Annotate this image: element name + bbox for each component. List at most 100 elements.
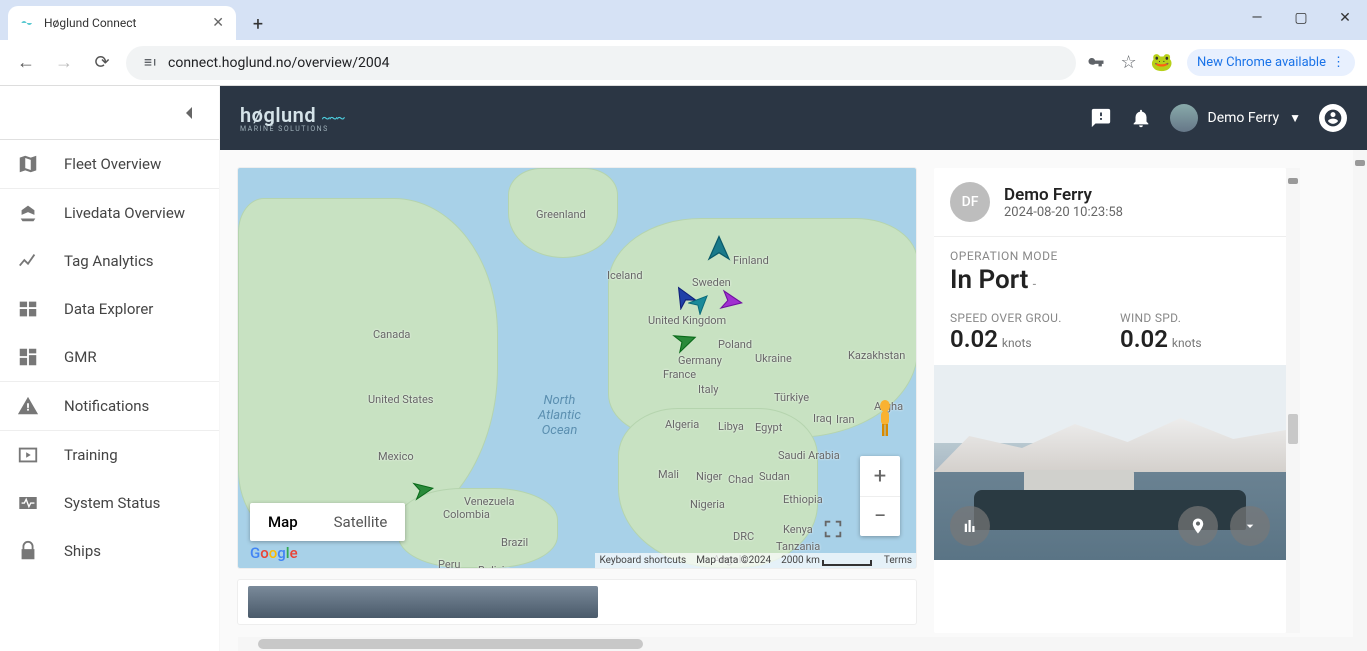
tab-favicon-icon bbox=[20, 15, 36, 31]
terms-link[interactable]: Terms bbox=[884, 555, 912, 566]
map-country-label: Germany bbox=[678, 354, 722, 367]
logo[interactable]: høglund ~~~ MARINE SOLUTIONS bbox=[240, 103, 344, 133]
map-type-map-button[interactable]: Map bbox=[250, 503, 316, 541]
nav-back-button[interactable]: ← bbox=[12, 49, 40, 77]
sidebar-item-training[interactable]: Training bbox=[0, 431, 219, 479]
new-chrome-button[interactable]: New Chrome available ⋮ bbox=[1187, 49, 1355, 76]
zoom-out-button[interactable]: − bbox=[860, 496, 900, 536]
extension-frog-icon[interactable]: 🐸 bbox=[1151, 52, 1173, 73]
secondary-card[interactable] bbox=[238, 580, 916, 624]
user-menu[interactable]: Demo Ferry ▼ bbox=[1170, 104, 1302, 132]
announcement-icon[interactable] bbox=[1090, 107, 1112, 129]
sidebar-item-livedata-overview[interactable]: Livedata Overview bbox=[0, 189, 219, 237]
sidebar-item-ships[interactable]: Ships bbox=[0, 527, 219, 575]
keyboard-shortcuts-link[interactable]: Keyboard shortcuts bbox=[599, 555, 686, 566]
detail-panel: DF Demo Ferry 2024-08-20 10:23:58 OPERAT… bbox=[934, 168, 1286, 633]
map-country-label: Egypt bbox=[755, 421, 782, 434]
chart-icon bbox=[16, 250, 40, 272]
content-scrollbar-vertical[interactable] bbox=[1353, 150, 1367, 651]
window-minimize-button[interactable]: — bbox=[1245, 10, 1269, 26]
map-country-label: Ethiopia bbox=[783, 493, 823, 506]
map-country-label: United Kingdom bbox=[648, 314, 726, 327]
map-country-label: Peru bbox=[438, 558, 461, 568]
nav-forward-button[interactable]: → bbox=[50, 49, 78, 77]
map-country-label: Saudi Arabia bbox=[778, 449, 840, 462]
nav-reload-button[interactable]: ⟳ bbox=[88, 49, 116, 77]
secondary-thumbnail bbox=[248, 586, 598, 618]
map-country-label: Colombia bbox=[443, 508, 490, 521]
sidebar-item-data-explorer[interactable]: Data Explorer bbox=[0, 285, 219, 333]
site-settings-icon bbox=[142, 55, 158, 71]
fullscreen-button[interactable] bbox=[818, 514, 848, 544]
sidebar-item-tag-analytics[interactable]: Tag Analytics bbox=[0, 237, 219, 285]
password-key-icon[interactable] bbox=[1086, 53, 1106, 73]
vessel-timestamp: 2024-08-20 10:23:58 bbox=[1004, 205, 1123, 220]
map-country-label: Kazakhstan bbox=[848, 349, 905, 362]
map-country-label: Ukraine bbox=[755, 352, 792, 365]
map-country-label: Libya bbox=[718, 420, 744, 433]
map-country-label: France bbox=[663, 368, 696, 381]
account-circle-icon[interactable] bbox=[1319, 104, 1347, 132]
tab-close-icon[interactable]: ✕ bbox=[212, 15, 224, 31]
sidebar-collapse-button[interactable] bbox=[185, 106, 195, 120]
bookmark-star-icon[interactable]: ☆ bbox=[1120, 52, 1136, 73]
browser-tab[interactable]: Høglund Connect ✕ bbox=[8, 6, 236, 40]
map-country-label: Bolivia bbox=[478, 564, 510, 568]
map-country-label: United States bbox=[368, 393, 433, 406]
lock-icon bbox=[16, 540, 40, 562]
map-country-label: Brazil bbox=[501, 536, 528, 549]
ocean-label: NorthAtlanticOcean bbox=[538, 393, 581, 438]
sidebar-item-gmr[interactable]: GMR bbox=[0, 333, 219, 381]
zoom-in-button[interactable]: + bbox=[860, 456, 900, 496]
map-country-label: Poland bbox=[718, 338, 752, 351]
url-input[interactable]: connect.hoglund.no/overview/2004 bbox=[126, 46, 1076, 80]
op-mode-value: In Port- bbox=[950, 265, 1270, 295]
vessel-photo bbox=[934, 365, 1286, 560]
menu-dots-icon: ⋮ bbox=[1332, 55, 1345, 70]
map-country-label: Italy bbox=[698, 383, 718, 396]
topbar: høglund ~~~ MARINE SOLUTIONS Demo Ferry … bbox=[220, 86, 1367, 150]
location-fab-button[interactable] bbox=[1178, 506, 1218, 546]
detail-scrollbar[interactable] bbox=[1286, 168, 1300, 633]
browser-chrome: Høglund Connect ✕ + — ▢ ✕ ← → ⟳ connect.… bbox=[0, 0, 1367, 86]
map-country-label: Greenland bbox=[536, 208, 586, 221]
map-type-satellite-button[interactable]: Satellite bbox=[316, 503, 406, 541]
sidebar-item-fleet-overview[interactable]: Fleet Overview bbox=[0, 140, 219, 188]
map-country-label: Mali bbox=[658, 468, 679, 481]
map-country-label: Iraq bbox=[813, 412, 832, 425]
dashboard-icon bbox=[16, 346, 40, 368]
vessel-name: Demo Ferry bbox=[1004, 185, 1123, 205]
metric-wind: WIND SPD. 0.02 knots bbox=[1120, 311, 1270, 353]
map-country-label: Kenya bbox=[783, 523, 813, 536]
play-icon bbox=[16, 444, 40, 466]
expand-fab-button[interactable] bbox=[1230, 506, 1270, 546]
warning-icon bbox=[16, 395, 40, 417]
url-text: connect.hoglund.no/overview/2004 bbox=[168, 55, 390, 71]
window-close-button[interactable]: ✕ bbox=[1333, 10, 1357, 26]
content-scrollbar-horizontal[interactable] bbox=[238, 637, 1353, 651]
ship-icon bbox=[16, 202, 40, 224]
map-country-label: Niger bbox=[696, 470, 722, 483]
tab-bar: Høglund Connect ✕ + — ▢ ✕ bbox=[0, 0, 1367, 40]
map-country-label: Tanzania bbox=[776, 540, 820, 553]
window-maximize-button[interactable]: ▢ bbox=[1289, 10, 1313, 26]
user-avatar-icon bbox=[1170, 104, 1198, 132]
map-type-toggle: Map Satellite bbox=[250, 503, 405, 541]
stats-fab-button[interactable] bbox=[950, 506, 990, 546]
map-country-label: Algeria bbox=[665, 418, 699, 431]
map-icon bbox=[16, 153, 40, 175]
map-country-label: Mexico bbox=[378, 450, 414, 463]
map[interactable]: NorthAtlanticOcean GreenlandIcelandFinla… bbox=[238, 168, 916, 568]
streetview-pegman[interactable] bbox=[870, 398, 900, 438]
bell-icon[interactable] bbox=[1130, 107, 1152, 129]
chevron-down-icon: ▼ bbox=[1289, 111, 1301, 125]
sidebar-item-notifications[interactable]: Notifications bbox=[0, 382, 219, 430]
map-country-label: Türkiye bbox=[774, 391, 809, 404]
map-country-label: Sudan bbox=[759, 470, 790, 483]
new-tab-button[interactable]: + bbox=[244, 10, 272, 38]
vessel-avatar: DF bbox=[950, 182, 990, 222]
metric-speed: SPEED OVER GROU. 0.02 knots bbox=[950, 311, 1100, 353]
sidebar-item-system-status[interactable]: System Status bbox=[0, 479, 219, 527]
map-country-label: Canada bbox=[373, 328, 410, 341]
map-country-label: Iceland bbox=[607, 269, 643, 282]
